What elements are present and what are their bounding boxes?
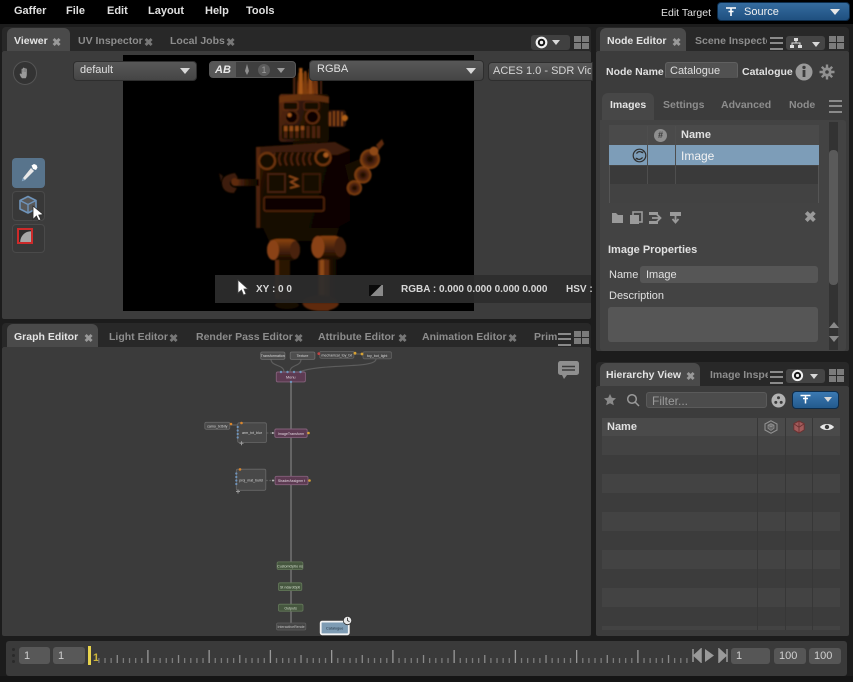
svg-text:Texture: Texture xyxy=(297,354,309,358)
svg-text:Catalogue: Catalogue xyxy=(326,626,343,630)
svg-text:Outputs: Outputs xyxy=(284,606,297,610)
svg-text:camo_txtbrly: camo_txtbrly xyxy=(207,424,228,428)
svg-text:St ndardOpti: St ndardOpti xyxy=(280,585,300,589)
svg-text:CustomOptio ns: CustomOptio ns xyxy=(277,564,303,568)
svg-text:InteractiveRende: InteractiveRende xyxy=(278,625,305,629)
svg-text:proj_mat_build: proj_mat_build xyxy=(239,479,263,483)
svg-text:toy_bot_light: toy_bot_light xyxy=(367,354,387,358)
svg-text:ImageTransform: ImageTransform xyxy=(278,432,304,436)
svg-text:Transformation: Transformation xyxy=(261,354,285,358)
svg-text:ShaderAssignm t: ShaderAssignm t xyxy=(278,479,305,483)
svg-text:mechanical_toy_txt: mechanical_toy_txt xyxy=(321,353,352,357)
svg-text:Menu: Menu xyxy=(286,376,296,380)
svg-text:arm_txt_blur: arm_txt_blur xyxy=(242,431,263,435)
